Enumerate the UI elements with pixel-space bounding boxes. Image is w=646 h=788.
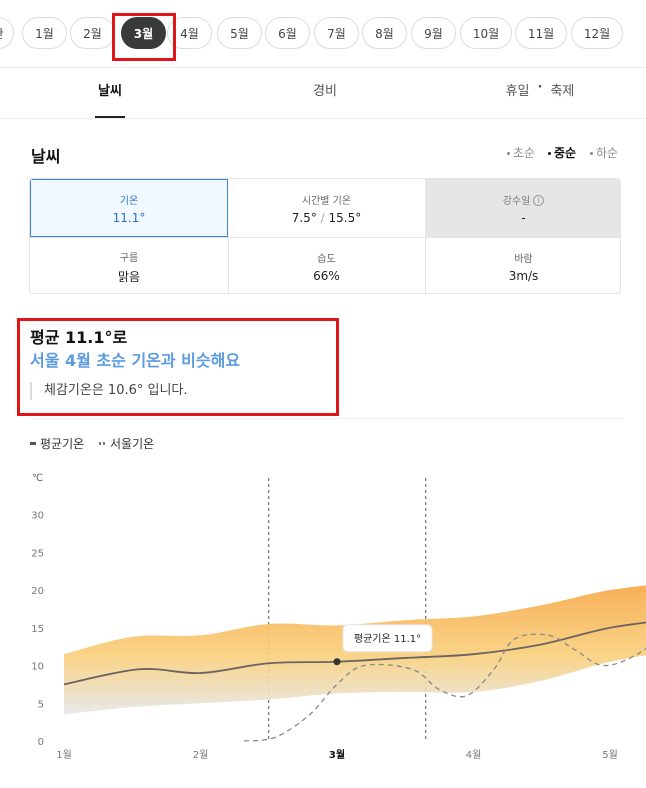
month-chip-3[interactable]: 3월 (121, 17, 166, 49)
tab-cost[interactable]: 경비 (295, 80, 355, 118)
stat-hourly-temp[interactable]: 시간별 기온 7.5° / 15.5° (228, 179, 425, 237)
month-divider (0, 67, 646, 68)
month-chip-8[interactable]: 8월 (362, 17, 407, 49)
y-tick-label: 10 (31, 662, 44, 673)
month-chip-2[interactable]: 2월 (70, 17, 115, 49)
tab-holiday-festival[interactable]: 휴일 · 축제 (495, 80, 585, 118)
stat-hourly-temp-value: 7.5° / 15.5° (291, 210, 362, 225)
month-chip-5[interactable]: 5월 (217, 17, 262, 49)
month-chip-11[interactable]: 11월 (515, 17, 567, 49)
stat-cloud: 구름 맑음 (30, 238, 228, 293)
y-tick-label: 30 (31, 511, 44, 522)
stat-cloud-value: 맑음 (117, 269, 141, 284)
x-tick-label: 4월 (466, 749, 482, 761)
stat-rain-days-label: 강수일 i (503, 192, 545, 207)
temperature-chart: ℃ 0 5 10 15 20 25 30 1월 2월 3월 4월 5월 평균기온 11.1° (31, 473, 646, 761)
stat-humidity-value: 66% (313, 269, 340, 283)
month-chip-7[interactable]: 7월 (314, 17, 359, 49)
stat-cloud-label: 구름 (119, 252, 139, 264)
tab-separator-dot: · (537, 80, 543, 95)
tab-cost-label: 경비 (313, 84, 337, 99)
legend-solid-line (30, 442, 36, 445)
tab-festival-label: 축제 (550, 84, 575, 99)
weather-stats-grid: 기온 11.1° 시간별 기온 7.5° / 15.5° 강수일 i - 구름 맑… (29, 178, 621, 294)
month-chip-6[interactable]: 6월 (265, 17, 310, 49)
summary-divider (30, 418, 622, 419)
period-early[interactable]: 초순 (507, 144, 535, 161)
feels-like-text: 체감기온은 10.6° 입니다. (30, 382, 188, 400)
stat-rain-days-value: - (521, 210, 526, 225)
stat-temperature-value: 11.1° (112, 210, 146, 225)
weather-section-title: 날씨 (31, 147, 61, 166)
month-chip-0[interactable]: 란 (0, 17, 14, 49)
y-tick-label: 20 (31, 586, 44, 597)
stat-hourly-temp-label: 시간별 기온 (301, 195, 352, 207)
stat-wind: 바람 3m/s (425, 238, 620, 293)
info-icon[interactable]: i (533, 195, 545, 206)
current-month-marker[interactable] (333, 658, 341, 666)
month-chip-4[interactable]: 4월 (167, 17, 212, 49)
legend-dashed-line (99, 442, 106, 445)
tooltip-text: 평균기온 11.1° (354, 633, 421, 645)
month-selector: 란1월2월3월4월5월6월7월8월9월10월11월12월 (0, 0, 646, 66)
tab-holiday-label: 휴일 (505, 84, 530, 99)
x-tick-label: 2월 (193, 749, 209, 761)
y-tick-label: 25 (31, 548, 44, 559)
period-mid[interactable]: 중순 (548, 144, 576, 161)
stat-temperature[interactable]: 기온 11.1° (30, 179, 228, 237)
stat-temperature-label: 기온 (119, 195, 139, 207)
x-tick-label: 1월 (56, 749, 72, 761)
month-chip-12[interactable]: 12월 (571, 17, 623, 49)
month-chip-10[interactable]: 10월 (460, 17, 512, 49)
x-tick-label: 5월 (602, 749, 618, 761)
y-tick-label: 0 (38, 737, 44, 748)
tab-divider (0, 118, 646, 119)
month-chip-9[interactable]: 9월 (411, 17, 456, 49)
summary-average: 평균 11.1°로 (30, 328, 128, 347)
y-tick-label: 5 (38, 699, 44, 710)
stat-wind-value: 3m/s (508, 269, 539, 283)
tab-weather-label: 날씨 (98, 84, 122, 99)
x-tick-label: 3월 (329, 749, 345, 761)
legend-seoul: 서울기온 (99, 435, 154, 452)
stat-rain-days[interactable]: 강수일 i - (425, 179, 620, 237)
y-unit-label: ℃ (32, 473, 43, 484)
tab-weather[interactable]: 날씨 (80, 80, 140, 118)
stat-humidity: 습도 66% (228, 238, 425, 293)
y-tick-label: 15 (31, 624, 44, 635)
period-late[interactable]: 하순 (590, 144, 618, 161)
summary-comparison: 서울 4월 초순 기온과 비슷해요 (30, 351, 241, 370)
legend-average: 평균기온 (30, 435, 84, 452)
stat-wind-label: 바람 (514, 254, 533, 265)
month-chip-1[interactable]: 1월 (22, 17, 67, 49)
stat-humidity-label: 습도 (317, 254, 336, 265)
